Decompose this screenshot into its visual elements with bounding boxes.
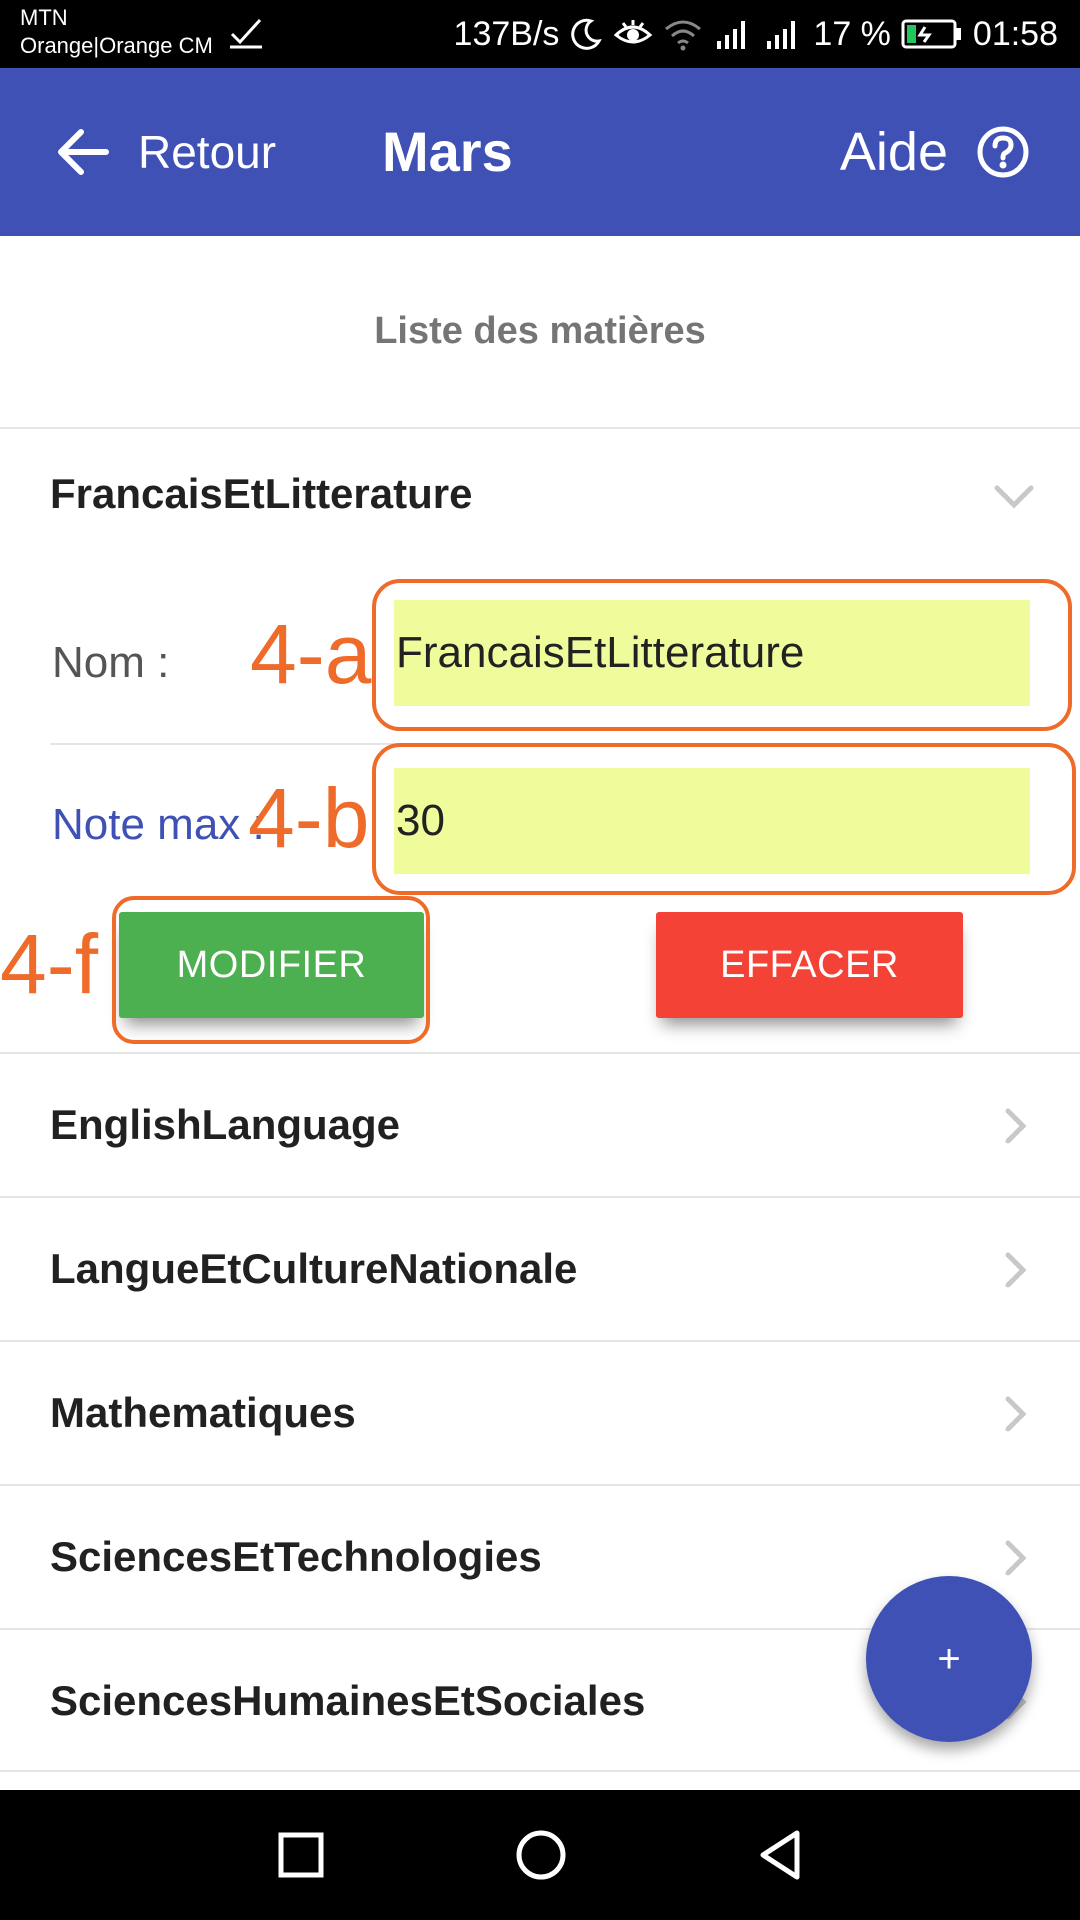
chevron-right-icon [1005,1396,1027,1432]
moon-icon [571,18,603,50]
recent-apps-button[interactable] [241,1790,361,1920]
signal-icon-2 [767,21,796,49]
subject-label: SciencesHumainesEtSociales [50,1677,646,1724]
status-indicators: 137B/s 17 % 01:58 [454,0,1058,68]
triangle-back-icon [760,1830,800,1880]
help-circle-icon [977,126,1029,178]
add-subject-button[interactable]: + [866,1576,1032,1742]
back-label: Retour [138,126,277,178]
eye-icon [614,20,653,44]
square-icon [278,1832,324,1878]
name-label: Nom : [52,638,170,687]
check-icon [230,18,262,49]
list-header: Liste des matières [0,236,1080,429]
page-title: Mars [382,120,513,183]
erase-button[interactable]: EFFACER [656,912,963,1018]
chevron-right-icon [1005,1540,1027,1576]
clock: 01:58 [972,14,1058,53]
wifi-icon [665,20,702,51]
app-bar: Retour Mars Aide [0,68,1080,236]
annotation-box-4a [372,579,1072,731]
subject-label: LangueEtCultureNationale [50,1245,578,1292]
subject-label: SciencesEtTechnologies [50,1533,542,1580]
annotation-label-4a: 4-a [250,607,372,701]
list-item[interactable]: LangueEtCultureNationale [0,1196,1080,1340]
carrier-info: MTN Orange|Orange CM [20,4,213,60]
max-grade-label: Note max : [52,800,265,849]
subject-label: EnglishLanguage [50,1101,401,1148]
chevron-right-icon [1005,1108,1027,1144]
help-label: Aide [839,122,948,182]
annotation-box-4b [372,743,1076,895]
battery-percent: 17 % [813,14,891,53]
network-speed: 137B/s [453,14,560,53]
list-item[interactable]: Mathematiques [0,1340,1080,1484]
annotation-label-4f: 4-f [0,917,99,1011]
status-bar: MTN Orange|Orange CM 137B/s 17 % 01:58 [0,0,1080,68]
help-button[interactable]: Aide [840,68,1030,236]
chevron-down-icon[interactable] [994,484,1034,510]
navigation-bar [0,1790,1080,1920]
signal-icon [717,21,746,49]
circle-icon [516,1830,566,1880]
arrow-left-icon [58,129,109,175]
home-button[interactable] [481,1790,601,1920]
carrier-2: Orange|Orange CM [20,33,213,58]
annotation-box-4f [112,896,430,1044]
carrier-1: MTN [20,5,68,30]
expanded-subject-title[interactable]: FrancaisEtLitterature [50,470,472,518]
subject-label: Mathematiques [50,1389,356,1436]
battery-charging-icon [901,19,961,49]
list-item[interactable]: EnglishLanguage [0,1052,1080,1196]
annotation-label-4b: 4-b [248,771,370,865]
chevron-right-icon [1005,1252,1027,1288]
back-button[interactable]: Retour [56,68,276,236]
nav-back-button[interactable] [720,1790,840,1920]
